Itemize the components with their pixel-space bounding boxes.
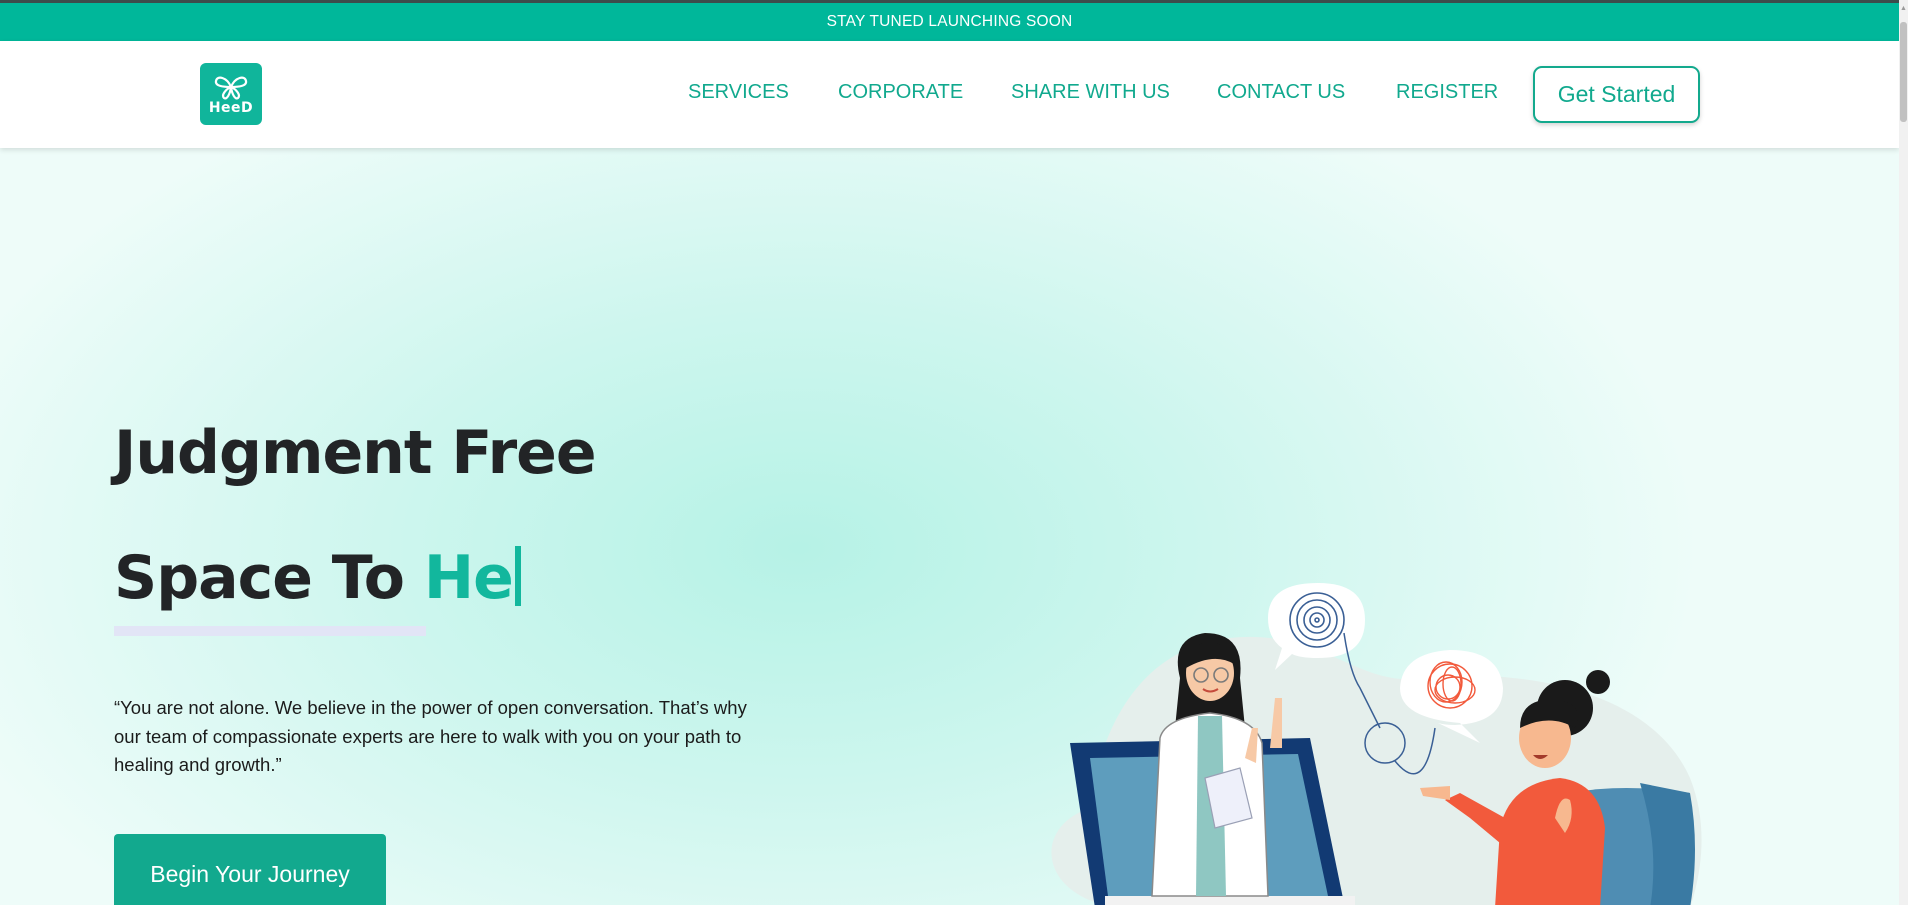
hero-heading-line-1: Judgment Free — [114, 418, 597, 488]
site-header: HeeD SERVICES CORPORATE SHARE WITH US CO… — [0, 41, 1899, 148]
typing-caret — [514, 546, 521, 606]
get-started-button[interactable]: Get Started — [1533, 66, 1700, 123]
logo-wordmark: HeeD — [208, 99, 254, 116]
heading-underline — [114, 626, 426, 636]
announcement-text: STAY TUNED LAUNCHING SOON — [826, 13, 1073, 30]
hero-quote: “You are not alone. We believe in the po… — [114, 697, 747, 775]
announcement-bar: STAY TUNED LAUNCHING SOON — [0, 3, 1899, 41]
nav-corporate[interactable]: CORPORATE — [838, 81, 963, 104]
nav-share-with-us[interactable]: SHARE WITH US — [1011, 81, 1170, 104]
hero-section: Judgment Free Space To He “You are not a… — [0, 148, 1899, 905]
therapy-session-illustration — [1051, 583, 1702, 905]
page-scrollbar[interactable]: ▲ — [1899, 0, 1908, 905]
brand-logo[interactable]: HeeD — [200, 63, 262, 125]
nav-services[interactable]: SERVICES — [688, 81, 789, 104]
butterfly-logo-icon — [214, 76, 248, 99]
hero-heading-prefix: Space To — [114, 543, 405, 613]
typed-word: He — [423, 543, 514, 613]
nav-register[interactable]: REGISTER — [1396, 81, 1498, 104]
nav-contact-us[interactable]: CONTACT US — [1217, 81, 1345, 104]
scrollbar-thumb[interactable] — [1900, 22, 1907, 122]
scroll-up-arrow-icon[interactable]: ▲ — [1900, 4, 1907, 14]
hero-heading-line-2: Space To He — [114, 543, 521, 613]
begin-journey-button[interactable]: Begin Your Journey — [114, 834, 386, 905]
